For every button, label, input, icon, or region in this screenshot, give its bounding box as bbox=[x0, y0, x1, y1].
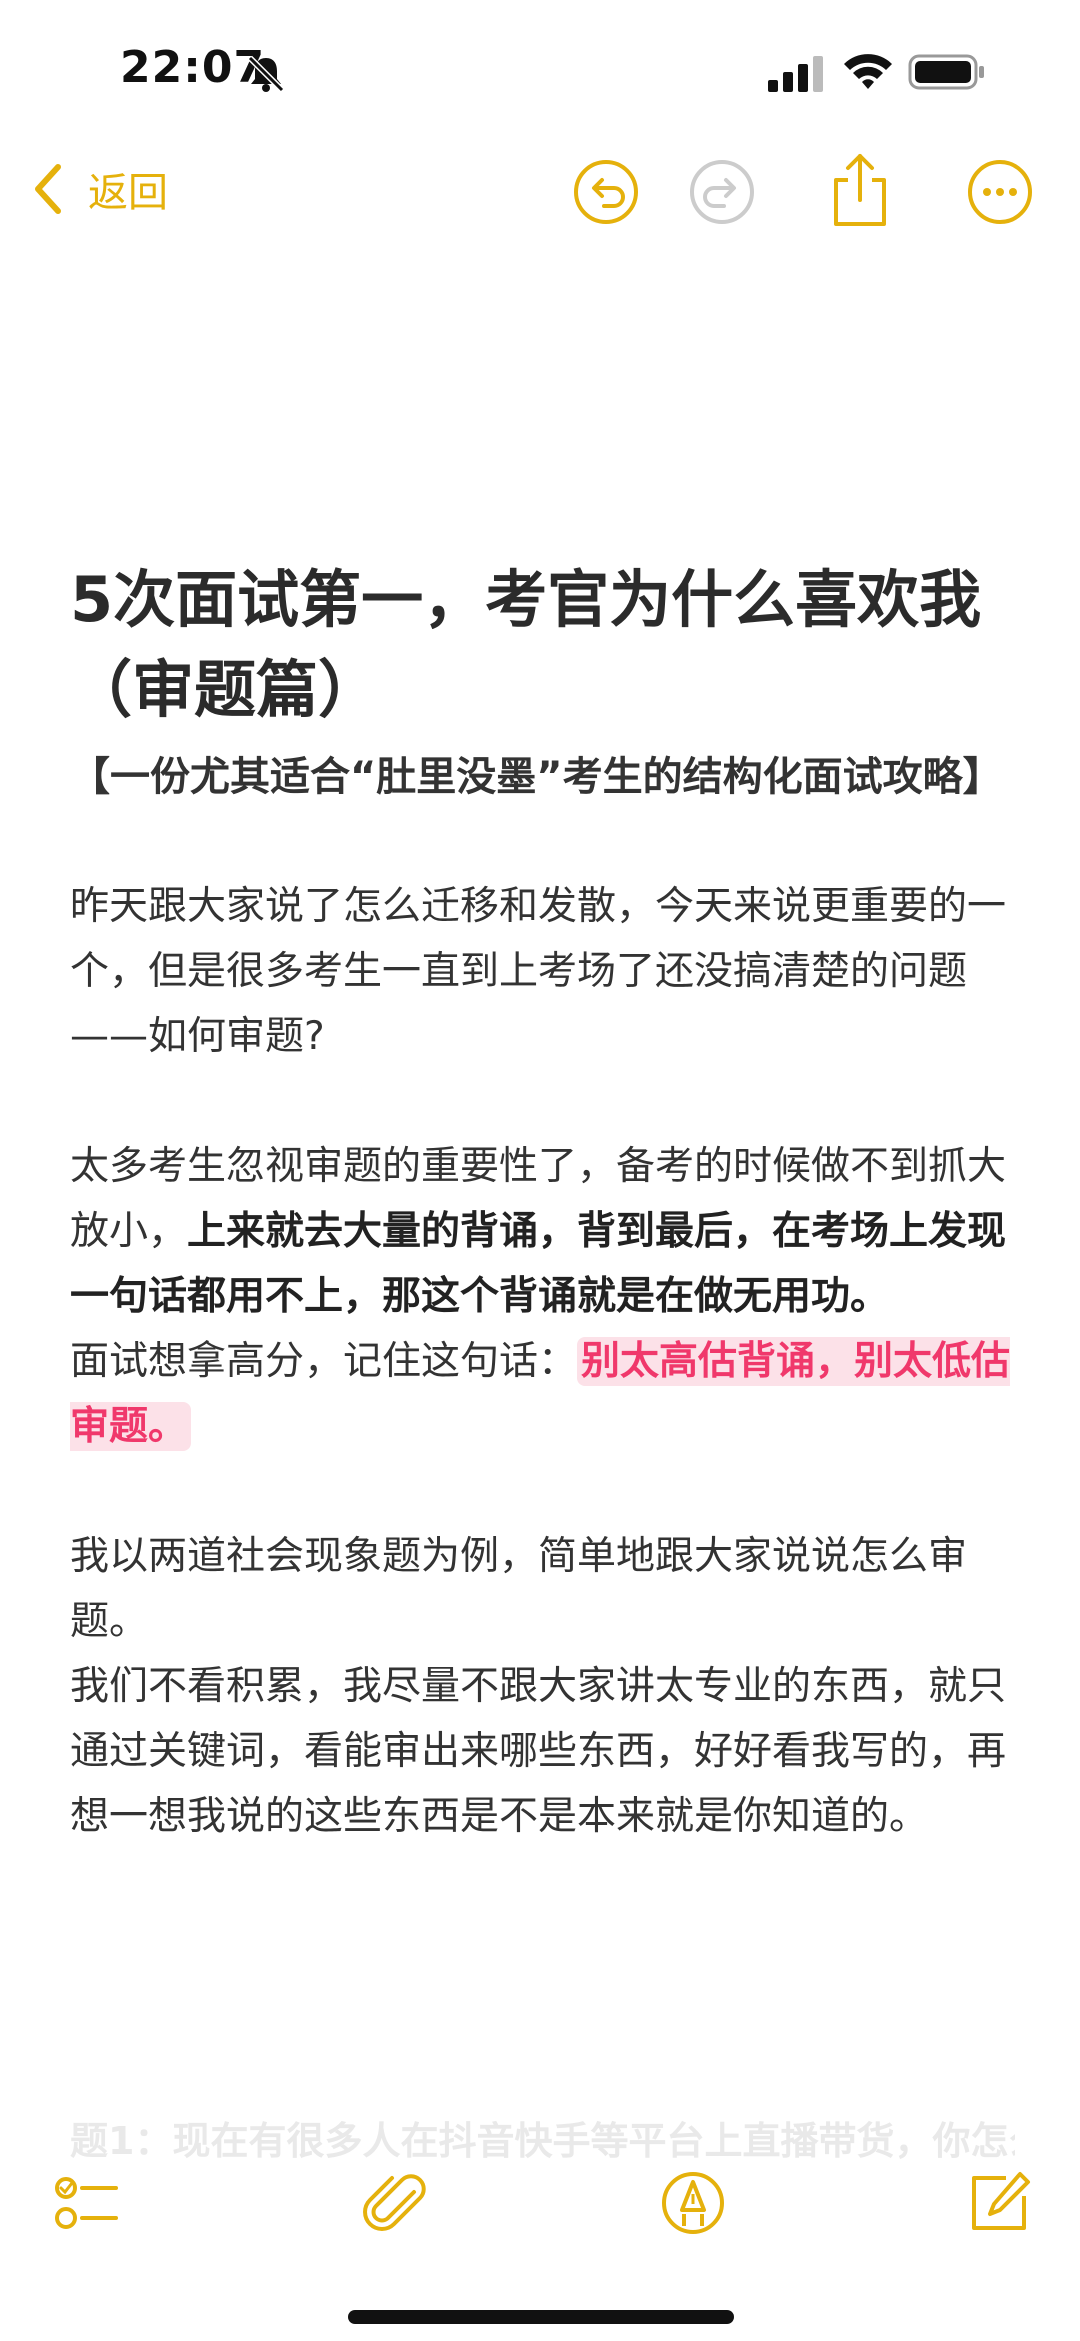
compose-icon[interactable] bbox=[966, 2170, 1032, 2236]
paragraph-importance: 太多考生忽视审题的重要性了，备考的时候做不到抓大放小，上来就去大量的背诵，背到最… bbox=[70, 1134, 1015, 1329]
status-bar: 22:07 bbox=[0, 0, 1080, 140]
paragraph-key-quote: 面试想拿高分，记住这句话： 别太高估背诵，别太低估审题。 bbox=[70, 1329, 1015, 1459]
paragraph-keywords: 我们不看积累，我尽量不跟大家讲太专业的东西，就只通过关键词，看能审出来哪些东西，… bbox=[70, 1664, 1007, 1839]
markup-pen-icon[interactable] bbox=[660, 2170, 726, 2236]
redo-icon[interactable] bbox=[688, 158, 756, 226]
back-button[interactable]: 返回 bbox=[30, 160, 168, 218]
wifi-icon bbox=[844, 54, 892, 89]
note-title: 5次面试第一，考官为什么喜欢我（审题篇） bbox=[70, 563, 982, 726]
note-body[interactable]: 5次面试第一，考官为什么喜欢我（审题篇） 【一份尤其适合“肚里没墨”考生的结构化… bbox=[70, 555, 1015, 1849]
bottom-toolbar bbox=[0, 2160, 1080, 2280]
key-quote-lead: 面试想拿高分，记住这句话： bbox=[70, 1339, 578, 1384]
paragraph-example-intro: 我以两道社会现象题为例，简单地跟大家说说怎么审题。 bbox=[70, 1534, 968, 1644]
share-icon[interactable] bbox=[826, 150, 894, 230]
chevron-left-icon bbox=[35, 164, 61, 214]
paragraph-importance-bold: 上来就去大量的背诵，背到最后，在考场上发现一句话都用不上，那这个背诵就是在做无用… bbox=[70, 1209, 1007, 1319]
bell-muted-icon bbox=[247, 55, 285, 93]
home-indicator bbox=[348, 2310, 734, 2324]
checklist-icon[interactable] bbox=[54, 2170, 120, 2236]
paragraph-intro: 昨天跟大家说了怎么迁移和发散，今天来说更重要的一个，但是很多考生一直到上考场了还… bbox=[70, 884, 1007, 1059]
undo-icon[interactable] bbox=[572, 158, 640, 226]
paperclip-icon[interactable] bbox=[362, 2170, 428, 2236]
note-toolbar: 返回 bbox=[0, 150, 1080, 240]
back-label: 返回 bbox=[88, 170, 168, 216]
cellular-signal-icon bbox=[768, 56, 823, 92]
battery-icon bbox=[908, 54, 984, 90]
status-time: 22:07 bbox=[120, 42, 266, 93]
note-subtitle: 【一份尤其适合“肚里没墨”考生的结构化面试攻略】 bbox=[70, 754, 1003, 800]
more-icon[interactable] bbox=[966, 158, 1034, 226]
